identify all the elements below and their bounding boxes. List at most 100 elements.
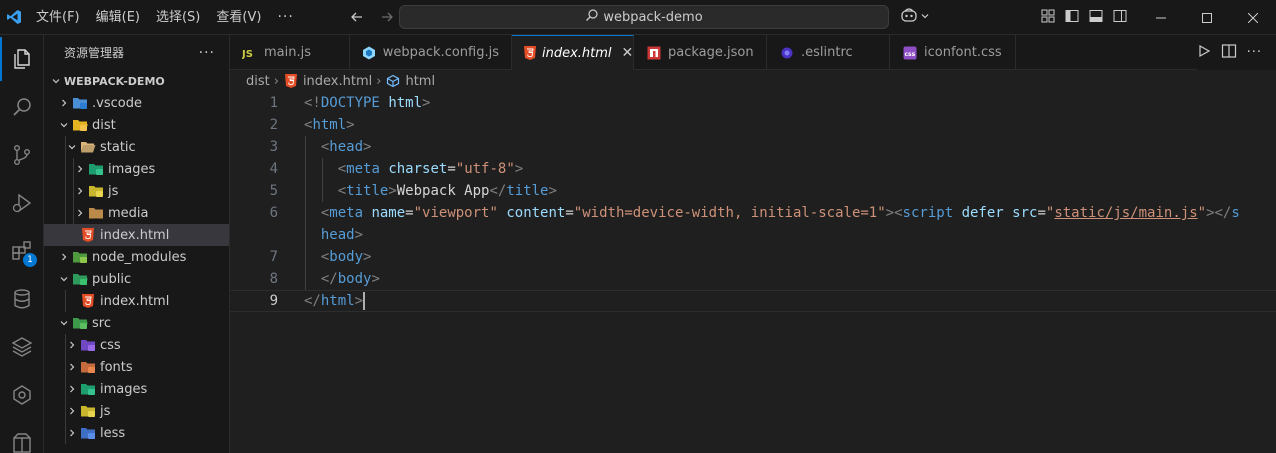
tree-item-label: index.html	[100, 227, 170, 243]
file-item[interactable]: index.html	[44, 290, 229, 312]
copilot-button[interactable]	[900, 6, 930, 28]
code-editor[interactable]: 1 <!DOCTYPE html> 2 <html> 3 <head> 4 <meta cha…	[230, 92, 1276, 453]
folder-item[interactable]: dist	[44, 114, 229, 136]
file-item[interactable]: index.html	[44, 224, 229, 246]
explorer-more-actions[interactable]: ···	[199, 45, 215, 61]
folder-item[interactable]: js	[44, 180, 229, 202]
more-actions-icon[interactable]: ···	[1247, 45, 1262, 60]
folder-vscode-icon	[72, 95, 88, 111]
folder-css-icon	[80, 337, 96, 353]
menu-file[interactable]: 文件(F)	[28, 0, 88, 35]
folder-item[interactable]: images	[44, 378, 229, 400]
chevron-down-icon	[48, 73, 64, 89]
database-icon[interactable]	[0, 277, 44, 321]
svg-text:css: css	[905, 51, 916, 58]
close-window-icon[interactable]	[1230, 0, 1276, 35]
code-line[interactable]: 2 <html>	[230, 114, 1276, 136]
folder-item[interactable]: js	[44, 400, 229, 422]
code-line[interactable]: 5 <title>Webpack App</title>	[230, 180, 1276, 202]
chevron-right-icon	[56, 95, 72, 111]
folder-item[interactable]: media	[44, 202, 229, 224]
menu-view[interactable]: 查看(V)	[208, 0, 269, 35]
code-token: <!	[304, 95, 321, 111]
code-line[interactable]: 3 <head>	[230, 136, 1276, 158]
extensions-icon[interactable]: 1	[0, 229, 44, 273]
breadcrumb-symbol[interactable]: html	[405, 74, 435, 89]
minimize-icon[interactable]	[1138, 0, 1184, 35]
chevron-down-icon	[56, 315, 72, 331]
code-line[interactable]: 7 <body>	[230, 246, 1276, 268]
toggle-panel-icon[interactable]	[1088, 7, 1104, 25]
layout-controls	[1040, 7, 1128, 25]
code-line[interactable]: 4 <meta charset="utf-8">	[230, 158, 1276, 180]
folder-item[interactable]: less	[44, 422, 229, 444]
tree-indent-guide	[65, 158, 66, 180]
toggle-primary-sidebar-icon[interactable]	[1064, 7, 1080, 25]
run-debug-icon[interactable]	[0, 181, 44, 225]
code-text: </body>	[321, 271, 380, 287]
code-token: >	[885, 205, 895, 221]
layers-icon[interactable]	[0, 325, 44, 369]
code-line[interactable]: 6 <meta name="viewport" content="width=de…	[230, 202, 1276, 224]
folder-item[interactable]: public	[44, 268, 229, 290]
workspace-root[interactable]: WEBPACK-DEMO	[44, 70, 229, 92]
tree-item-label: media	[108, 205, 149, 221]
forward-arrow-icon[interactable]	[376, 6, 398, 28]
extensions-badge: 1	[23, 253, 37, 267]
folder-item[interactable]: fonts	[44, 356, 229, 378]
code-text: </html>	[304, 292, 366, 310]
html-file-icon	[283, 73, 299, 89]
folder-dist-icon	[72, 117, 88, 133]
menu-more[interactable]: ···	[269, 9, 301, 25]
toggle-secondary-sidebar-icon[interactable]	[1112, 7, 1128, 25]
close-tab-icon[interactable]: ✕	[622, 45, 634, 61]
folder-item[interactable]: static	[44, 136, 229, 158]
active-indicator	[0, 37, 2, 81]
menu-selection[interactable]: 选择(S)	[148, 0, 208, 35]
chevron-down-icon	[56, 117, 72, 133]
tab-index-html[interactable]: index.html ✕	[512, 35, 634, 70]
breadcrumb-chevron-icon: ›	[376, 73, 382, 89]
search-view-icon[interactable]	[0, 85, 44, 129]
tree-indent-guide	[73, 202, 74, 224]
command-center-search[interactable]: webpack-demo	[399, 5, 889, 29]
code-token: body	[337, 271, 372, 287]
folder-node-icon	[72, 249, 88, 265]
explorer-icon[interactable]	[0, 37, 44, 81]
package-icon[interactable]	[0, 421, 44, 453]
tab-iconfont-css[interactable]: css iconfont.css	[890, 35, 1016, 70]
maximize-icon[interactable]	[1184, 0, 1230, 35]
source-control-icon[interactable]	[0, 133, 44, 177]
breadcrumb: dist › index.html › html	[230, 70, 1276, 92]
menu-bar: 文件(F) 编辑(E) 选择(S) 查看(V) ···	[28, 0, 302, 35]
customize-layout-icon[interactable]	[1040, 7, 1056, 25]
tab-package-json[interactable]: package.json	[634, 35, 767, 70]
gitlens-icon[interactable]	[0, 373, 44, 417]
code-token: head	[329, 139, 364, 155]
code-line[interactable]: 9 </html>	[230, 290, 1276, 312]
folder-item[interactable]: node_modules	[44, 246, 229, 268]
folder-item[interactable]: css	[44, 334, 229, 356]
breadcrumb-folder[interactable]: dist	[246, 74, 270, 89]
folder-item[interactable]: images	[44, 158, 229, 180]
back-arrow-icon[interactable]	[346, 6, 368, 28]
code-token: =	[405, 205, 414, 221]
split-editor-icon[interactable]	[1221, 43, 1237, 63]
tab-eslintrc[interactable]: .eslintrc	[767, 35, 890, 70]
chevron-right-icon	[64, 337, 80, 353]
breadcrumb-file[interactable]: index.html	[303, 74, 372, 89]
folder-item[interactable]: src	[44, 312, 229, 334]
tab-main-js[interactable]: JS main.js	[230, 35, 350, 70]
code-text: head>	[321, 227, 363, 243]
menu-edit[interactable]: 编辑(E)	[88, 0, 148, 35]
tab-webpack-config-js[interactable]: webpack.config.js	[350, 35, 512, 70]
code-link[interactable]: static/js/main.js	[1054, 205, 1197, 221]
code-line[interactable]: 8 </body>	[230, 268, 1276, 290]
tab-label: package.json	[668, 45, 754, 60]
run-icon[interactable]	[1197, 44, 1211, 62]
code-line[interactable]: 1 <!DOCTYPE html>	[230, 92, 1276, 114]
code-line[interactable]: head>	[230, 224, 1276, 246]
tree-item-label: static	[100, 139, 136, 155]
folder-item[interactable]: .vscode	[44, 92, 229, 114]
